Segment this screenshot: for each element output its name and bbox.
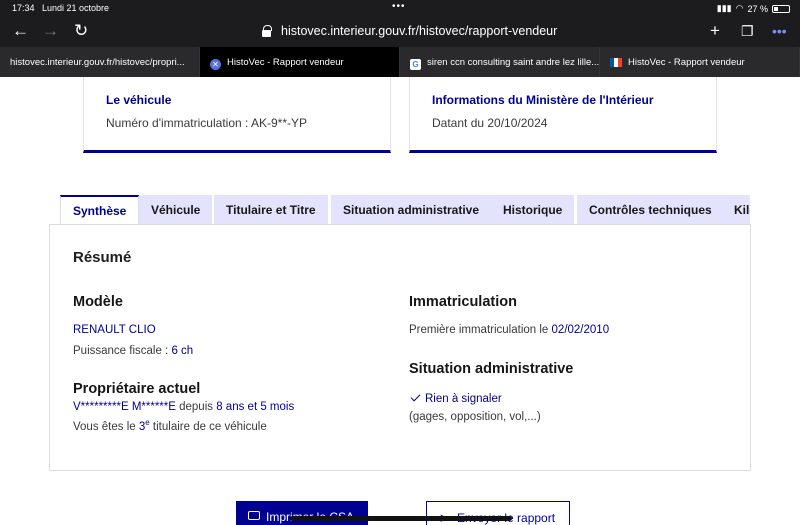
fiscal-power-value: 6 ch <box>171 345 194 357</box>
back-arrow-icon[interactable]: ← <box>12 21 29 41</box>
admin-heading: Situation administrative <box>409 361 574 377</box>
tab-vehicule[interactable]: Véhicule <box>139 195 213 225</box>
lock-icon <box>262 25 272 37</box>
status-bar: 17:34 Lundi 21 octobre ••• ▮▮▮ ◠ 27 % <box>0 0 800 17</box>
model-heading: Modèle <box>73 294 123 310</box>
summary-heading: Résumé <box>73 249 132 266</box>
vehicle-card: Le véhicule Numéro d'immatriculation : A… <box>83 77 391 153</box>
wifi-icon: ◠ <box>735 3 744 13</box>
admin-status: Rien à signaler <box>410 391 502 405</box>
tab-synthese[interactable]: Synthèse <box>60 195 140 225</box>
battery-icon <box>772 4 790 13</box>
browser-tab-1[interactable]: histovec.interieur.gouv.fr/histovec/prop… <box>0 47 200 77</box>
owner-rank-number: 3e <box>139 418 150 433</box>
browser-tab-4[interactable]: HistoVec - Rapport vendeur <box>600 47 800 77</box>
battery-label: 27 % <box>747 3 768 14</box>
signal-icon: ▮▮▮ <box>716 3 732 13</box>
printer-icon <box>248 511 260 520</box>
multitask-dots-icon[interactable]: ••• <box>392 1 406 12</box>
status-date: Lundi 21 octobre <box>42 3 110 13</box>
ministry-card: Informations du Ministère de l'Intérieur… <box>409 77 717 153</box>
tab-kilometrage[interactable]: Kilo <box>722 195 750 225</box>
browser-chrome: 17:34 Lundi 21 octobre ••• ▮▮▮ ◠ 27 % ← … <box>0 0 800 77</box>
forward-arrow-icon[interactable]: → <box>42 21 59 41</box>
first-registration-date: 02/02/2010 <box>551 324 610 336</box>
tab-title: HistoVec - Rapport vendeur <box>227 57 344 68</box>
rank-sup: e <box>145 418 150 427</box>
browser-tab-2[interactable]: ✕ HistoVec - Rapport vendeur <box>200 47 400 77</box>
status-indicators: ▮▮▮ ◠ 27 % <box>717 3 790 14</box>
reload-icon[interactable]: ↻ <box>74 21 88 41</box>
first-registration-label: Première immatriculation le <box>409 324 549 336</box>
print-csa-button[interactable]: Imprimer le CSA <box>236 501 368 525</box>
vehicle-registration: Numéro d'immatriculation : AK-9**-YP <box>106 116 308 130</box>
tab-titulaire[interactable]: Titulaire et Titre <box>214 195 328 225</box>
first-registration: Première immatriculation le 02/02/2010 <box>409 324 609 336</box>
vehicle-card-title: Le véhicule <box>106 93 172 107</box>
browser-toolbar: ← → ↻ histovec.interieur.gouv.fr/histove… <box>0 18 800 46</box>
synthese-panel: Résumé Modèle RENAULT CLIO Puissance fis… <box>49 224 751 471</box>
page-content: Le véhicule Numéro d'immatriculation : A… <box>0 77 800 525</box>
tab-controles-techniques[interactable]: Contrôles techniques <box>577 195 724 225</box>
owner-since-label: depuis <box>179 401 214 413</box>
tab-situation-administrative[interactable]: Situation administrative <box>331 195 492 225</box>
french-flag-icon <box>610 58 622 67</box>
fiscal-power-label: Puissance fiscale : <box>73 345 169 357</box>
owner-name: V*********E M******E <box>73 401 176 413</box>
owner-line: V*********E M******E depuis 8 ans et 5 m… <box>73 401 294 413</box>
tab-historique[interactable]: Historique <box>491 195 575 225</box>
close-tab-icon[interactable]: ✕ <box>210 59 221 70</box>
admin-status-text: Rien à signaler <box>425 393 502 405</box>
home-indicator[interactable] <box>290 516 512 521</box>
admin-detail: (gages, opposition, vol,...) <box>409 411 541 423</box>
google-icon: G <box>410 59 421 70</box>
check-icon <box>410 391 421 402</box>
browser-tab-3[interactable]: Gsiren ccn consulting saint andre lez li… <box>400 47 600 77</box>
owner-rank-post: titulaire de ce véhicule <box>152 420 267 433</box>
address-bar[interactable]: histovec.interieur.gouv.fr/histovec/rapp… <box>281 24 557 38</box>
owner-rank: Vous êtes le 3e titulaire de ce véhicule <box>73 418 267 433</box>
report-tabs: Synthèse Véhicule Titulaire et Titre Sit… <box>60 195 750 225</box>
ministry-card-title: Informations du Ministère de l'Intérieur <box>432 93 654 107</box>
more-icon[interactable]: ••• <box>772 23 787 39</box>
status-time: 17:34 <box>12 3 35 13</box>
tab-overview-icon[interactable]: ❐ <box>741 23 754 40</box>
new-tab-icon[interactable]: + <box>710 21 720 41</box>
tab-title: HistoVec - Rapport vendeur <box>628 57 745 68</box>
fiscal-power: Puissance fiscale : 6 ch <box>73 345 193 357</box>
owner-rank-pre: Vous êtes le <box>73 420 136 433</box>
send-report-button[interactable]: ➤ Envoyer le rapport <box>426 501 570 525</box>
registration-heading: Immatriculation <box>409 294 517 310</box>
tab-title: siren ccn consulting saint andre lez lil… <box>427 57 600 68</box>
model-name: RENAULT CLIO <box>73 324 156 336</box>
owner-since-value: 8 ans et 5 mois <box>216 401 295 413</box>
owner-heading: Propriétaire actuel <box>73 381 201 397</box>
browser-tabs: histovec.interieur.gouv.fr/histovec/prop… <box>0 47 800 77</box>
ministry-date: Datant du 20/10/2024 <box>432 116 548 130</box>
tab-title: histovec.interieur.gouv.fr/histovec/prop… <box>10 57 185 68</box>
